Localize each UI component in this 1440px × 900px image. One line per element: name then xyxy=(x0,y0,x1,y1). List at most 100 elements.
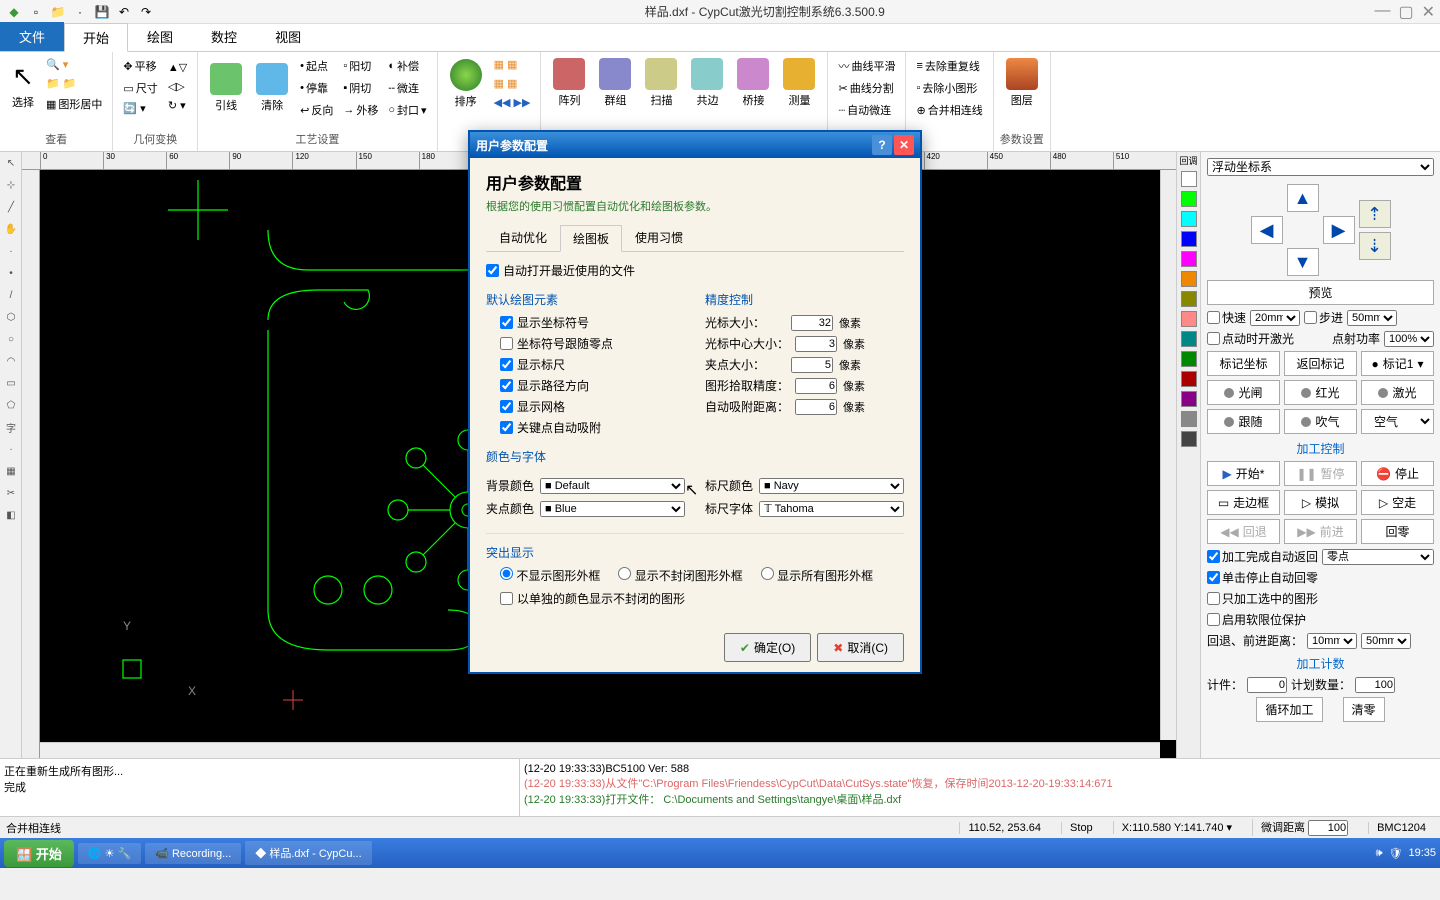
tab-file[interactable]: 文件 xyxy=(0,22,64,51)
stop-button[interactable]: ⛔ 停止 xyxy=(1361,461,1434,486)
redlight-button[interactable]: 红光 xyxy=(1284,380,1357,405)
tab-habit[interactable]: 使用习惯 xyxy=(622,224,696,251)
autoseg-button[interactable]: ┈ 自动微连 xyxy=(834,100,899,120)
mark1-button[interactable]: ● 标记1 ▾ xyxy=(1361,351,1434,376)
seal-button[interactable]: ○ 封口 ▾ xyxy=(384,100,430,120)
layer-color[interactable] xyxy=(1181,391,1197,407)
tab-start[interactable]: 开始 xyxy=(64,23,128,52)
merge-button[interactable]: ⊕ 合并相连线 xyxy=(912,100,986,120)
show-ruler-check[interactable] xyxy=(500,358,513,371)
system-tray[interactable]: 🕪 🛡 19:35 xyxy=(1376,847,1436,860)
layer-color[interactable] xyxy=(1181,331,1197,347)
plan-input[interactable] xyxy=(1355,677,1395,693)
cursor-center-input[interactable] xyxy=(795,336,837,352)
layer-button[interactable]: 图层 xyxy=(1000,56,1044,110)
sim-button[interactable]: ▷ 模拟 xyxy=(1284,490,1357,515)
step-select[interactable]: 50mm xyxy=(1347,310,1397,326)
sort-opt2-icon[interactable]: ▦ ▦ xyxy=(490,75,535,92)
status-xy[interactable]: X:110.580 Y:141.740 ▾ xyxy=(1113,821,1240,834)
backdist-select[interactable]: 10mm xyxy=(1307,633,1357,649)
auto-snap-check[interactable] xyxy=(500,421,513,434)
lead-button[interactable]: 引线 xyxy=(204,61,248,115)
layer-color[interactable] xyxy=(1181,351,1197,367)
layer-color[interactable] xyxy=(1181,211,1197,227)
grip-size-input[interactable] xyxy=(791,357,833,373)
tool-hand-icon[interactable]: ✋ xyxy=(1,219,21,239)
tool-polygon-icon[interactable]: ⬠ xyxy=(1,395,21,415)
sort-opt1-icon[interactable]: ▦ ▦ xyxy=(490,56,535,73)
arrow-left-button[interactable]: ◀ xyxy=(1251,216,1283,244)
reverse-button[interactable]: ↩ 反向 xyxy=(296,100,337,120)
grip-color-select[interactable]: ■ Blue xyxy=(540,501,685,517)
task-item[interactable]: ◆ 样品.dxf - CypCu... xyxy=(245,841,371,865)
dry-button[interactable]: ▷ 空走 xyxy=(1361,490,1434,515)
layer-color[interactable] xyxy=(1181,291,1197,307)
z-down-button[interactable]: ⇣ xyxy=(1359,232,1391,260)
tool-circle-icon[interactable]: ○ xyxy=(1,329,21,349)
common-button[interactable]: 共边 xyxy=(685,56,729,110)
softlimit-check[interactable]: 启用软限位保护 xyxy=(1207,611,1306,628)
pause-proc-button[interactable]: ❚❚ 暂停 xyxy=(1284,461,1357,486)
split-button[interactable]: ✂ 曲线分割 xyxy=(834,78,899,98)
rmsmall-button[interactable]: ▫ 去除小图形 xyxy=(912,78,986,98)
fwd-button[interactable]: ▶▶ 前进 xyxy=(1284,519,1357,544)
tool-node-icon[interactable]: ⊹ xyxy=(1,175,21,195)
radio-allframe[interactable]: 显示所有图形外框 xyxy=(761,567,873,584)
z-up-button[interactable]: ⇡ xyxy=(1359,200,1391,228)
cursor-size-input[interactable] xyxy=(791,315,833,331)
tool-seg-icon[interactable]: / xyxy=(1,285,21,305)
tool-group-icon[interactable]: ▦ xyxy=(1,461,21,481)
show-pathdir-check[interactable] xyxy=(500,379,513,392)
tab-draw[interactable]: 绘图 xyxy=(128,22,192,51)
autozero-check[interactable]: 单击停止自动回零 xyxy=(1207,569,1318,586)
fast-select[interactable]: 20mm/s xyxy=(1250,310,1300,326)
layer-color[interactable] xyxy=(1181,171,1197,187)
scrollbar-v[interactable] xyxy=(1160,170,1176,740)
blow-button[interactable]: 吹气 xyxy=(1284,409,1357,434)
loop-button[interactable]: 循环加工 xyxy=(1256,697,1322,722)
sort-button[interactable]: 排序 xyxy=(444,57,488,111)
clear-button[interactable]: 清除 xyxy=(250,61,294,115)
select-button[interactable]: ↖ 选择 xyxy=(6,59,40,112)
outer-button[interactable]: → 外移 xyxy=(339,100,382,120)
dedup-button[interactable]: ≡ 去除重复线 xyxy=(912,56,986,76)
layer-color[interactable] xyxy=(1181,371,1197,387)
quick-launch[interactable]: 🌐 ☀ 🔧 xyxy=(78,843,141,864)
layer-color[interactable] xyxy=(1181,411,1197,427)
gas-select[interactable]: 空气 xyxy=(1361,409,1434,434)
laser-button[interactable]: 激光 xyxy=(1361,380,1434,405)
return-mark-button[interactable]: 返回标记 xyxy=(1284,351,1357,376)
tab-view[interactable]: 视图 xyxy=(256,22,320,51)
redo-icon[interactable]: ↷ xyxy=(137,3,155,21)
snap-dist-input[interactable] xyxy=(795,399,837,415)
shutter-button[interactable]: 光闸 xyxy=(1207,380,1280,405)
layer-color[interactable] xyxy=(1181,271,1197,287)
translate-button[interactable]: ✥ 平移 xyxy=(119,56,161,76)
tool-text-icon[interactable]: 字 xyxy=(1,417,21,437)
back-button[interactable]: ◀◀ 回退 xyxy=(1207,519,1280,544)
tray-icon[interactable]: 🕪 xyxy=(1376,847,1383,860)
dialog-titlebar[interactable]: 用户参数配置 ? ✕ xyxy=(470,132,920,158)
arrow-right-button[interactable]: ▶ xyxy=(1323,216,1355,244)
tool-explode-icon[interactable]: ✂ xyxy=(1,483,21,503)
yin-button[interactable]: ▪ 阴切 xyxy=(339,78,382,98)
startpoint-button[interactable]: • 起点 xyxy=(296,56,337,76)
save-icon[interactable]: 💾 xyxy=(93,3,111,21)
show-axis-check[interactable] xyxy=(500,316,513,329)
group-button[interactable]: 群组 xyxy=(593,56,637,110)
arrow-up-button[interactable]: ▲ xyxy=(1287,184,1319,212)
yang-button[interactable]: ▫ 阳切 xyxy=(339,56,382,76)
sort-nav-icon[interactable]: ◀◀ ▶▶ xyxy=(490,94,535,111)
rotate-icon[interactable]: ↻ ▾ xyxy=(164,97,191,114)
center-button[interactable]: ▦ 图形居中 xyxy=(42,94,106,114)
help-icon[interactable]: ? xyxy=(872,135,892,155)
frame-button[interactable]: ▭ 走边框 xyxy=(1207,490,1280,515)
undo-icon[interactable]: ↶ xyxy=(115,3,133,21)
open-color-check[interactable] xyxy=(500,592,513,605)
scan-button[interactable]: 扫描 xyxy=(639,56,683,110)
minimize-icon[interactable]: — xyxy=(1374,2,1390,22)
cancel-button[interactable]: ✖ 取消(C) xyxy=(817,633,904,662)
autoreturn-select[interactable]: 零点 xyxy=(1322,549,1434,565)
bridge-button[interactable]: 桥接 xyxy=(731,56,775,110)
tool-arc-icon[interactable]: ◠ xyxy=(1,351,21,371)
